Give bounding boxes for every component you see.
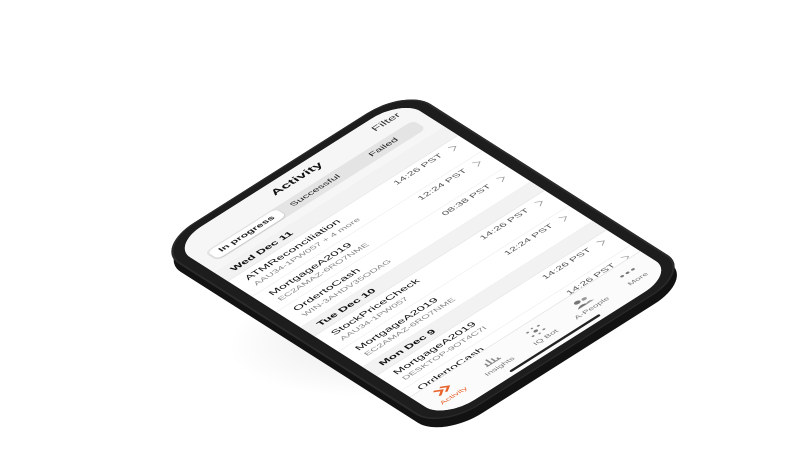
- phone-body: Activity Filter In progress Successful F…: [154, 88, 692, 431]
- chevron-right-icon: [556, 216, 567, 223]
- stage: Activity Filter In progress Successful F…: [0, 0, 800, 449]
- chevron-right-icon: [532, 200, 543, 208]
- chevron-right-icon: [446, 145, 457, 153]
- chevron-right-icon: [594, 240, 605, 247]
- activity-list: Wed Dec 11 ATMReconciliation AAU34-1PW05…: [214, 126, 656, 407]
- phone-screen: Activity Filter In progress Successful F…: [171, 99, 675, 419]
- chevron-right-icon: [494, 176, 505, 184]
- phone: Activity Filter In progress Successful F…: [154, 88, 695, 439]
- chevron-right-icon: [470, 161, 481, 168]
